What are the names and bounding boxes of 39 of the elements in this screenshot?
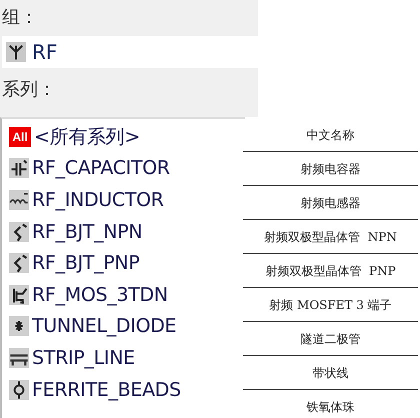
series-item[interactable]: All <所有系列> (9, 121, 245, 153)
series-name: FERRITE_BEADS (32, 378, 181, 401)
series-name: RF_BJT_PNP (32, 252, 140, 274)
table-cell: 射频 MOSFET 3 端子 (243, 289, 418, 322)
capacitor-icon (9, 158, 29, 178)
group-label: 组： (2, 6, 39, 30)
series-name: STRIP_LINE (32, 346, 135, 369)
all-badge: All (9, 126, 31, 147)
series-name: RF_INDUCTOR (32, 188, 164, 211)
table-cell: 射频双极型晶体管 NPN (243, 221, 418, 254)
mosfet-icon (9, 284, 29, 305)
series-item[interactable]: RF_CAPACITOR (9, 152, 245, 184)
series-item[interactable]: RF_BJT_NPN (9, 216, 245, 248)
table-cell: 隧道二极管 (243, 323, 418, 356)
series-name: RF_CAPACITOR (32, 157, 170, 180)
series-item[interactable]: RF_MOS_3TDN (9, 278, 245, 311)
bead-icon (9, 380, 29, 400)
antenna-icon (6, 42, 26, 62)
transistor-icon (9, 253, 29, 274)
group-value: RF (32, 40, 58, 64)
series-name: RF_BJT_NPN (32, 220, 142, 243)
series-item[interactable]: STRIP_LINE (9, 342, 245, 374)
series-item[interactable]: TUNNEL_DIODE (9, 310, 245, 342)
group-field[interactable]: RF (2, 36, 258, 68)
table-cell: 射频双极型晶体管 PNP (243, 255, 418, 288)
table-cell: 带状线 (243, 357, 418, 390)
series-item[interactable]: RF_BJT_PNP (9, 247, 245, 279)
series-label: 系列： (2, 78, 57, 102)
series-name: <所有系列> (34, 124, 140, 150)
transistor-icon (9, 222, 29, 242)
series-name: RF_MOS_3TDN (32, 284, 168, 306)
table-header: 中文名称 (243, 119, 418, 152)
table-cell: 射频电感器 (243, 187, 418, 220)
series-item[interactable]: RF_INDUCTOR (9, 184, 245, 216)
inductor-icon (9, 190, 29, 210)
table-cell: 射频电容器 (243, 153, 418, 186)
table-cell-text: 铁氧体珠 (306, 398, 356, 416)
series-item[interactable]: FERRITE_BEADS (9, 374, 245, 406)
series-name: TUNNEL_DIODE (32, 315, 176, 338)
